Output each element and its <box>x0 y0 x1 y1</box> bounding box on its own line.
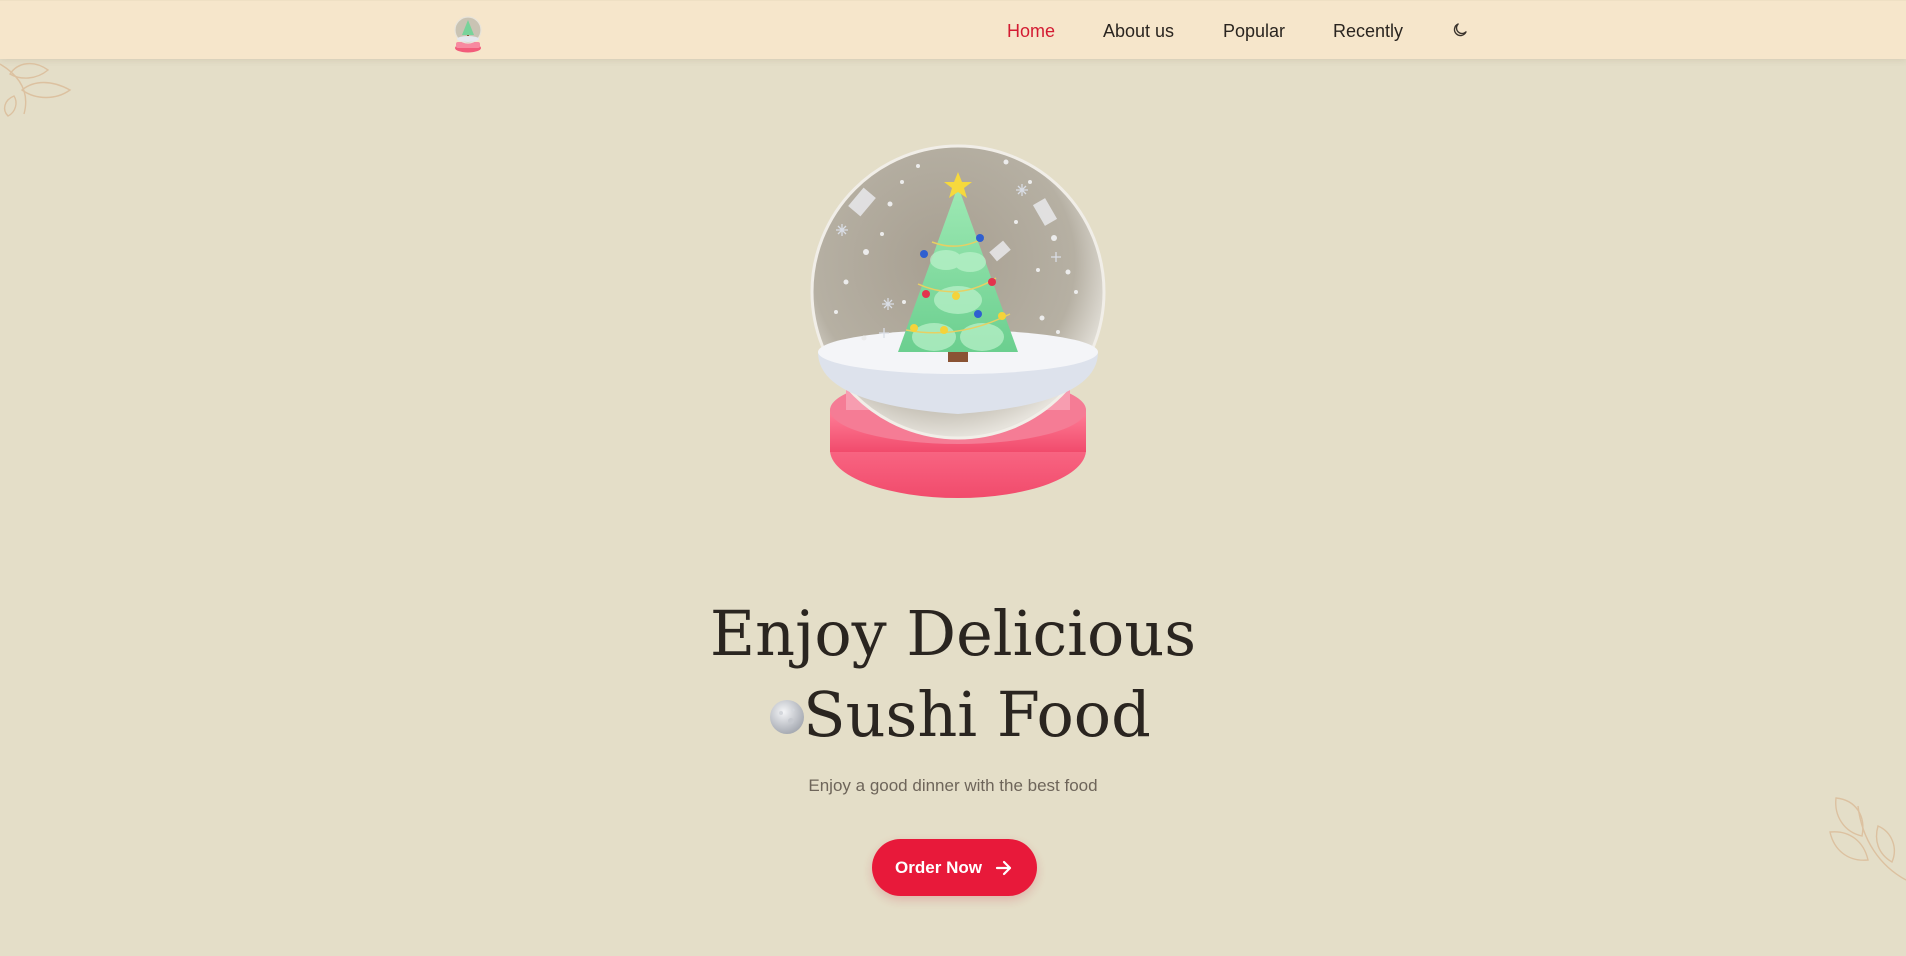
leaf-decoration-icon <box>1829 797 1906 881</box>
arrow-right-icon <box>995 860 1012 875</box>
order-now-button[interactable]: Order Now <box>872 839 1037 896</box>
hero-subtitle: Enjoy a good dinner with the best food <box>808 776 1098 795</box>
nav-popular[interactable]: Popular <box>1223 21 1285 43</box>
christmas-snow-globe-icon <box>810 144 1106 498</box>
nav-home[interactable]: Home <box>1007 21 1055 43</box>
order-now-label: Order Now <box>895 857 982 877</box>
moon-icon[interactable] <box>1451 21 1469 39</box>
nav-about-us[interactable]: About us <box>1103 21 1174 43</box>
nav-recently[interactable]: Recently <box>1333 21 1403 43</box>
top-navigation-bar: Home About us Popular Recently <box>0 0 1906 59</box>
hero-title-line-2: Sushi Food <box>803 678 1151 751</box>
leaf-decoration-icon <box>0 63 72 117</box>
snow-globe-logo-icon[interactable] <box>452 15 484 53</box>
hero-title-line-1: Enjoy Delicious <box>709 597 1197 670</box>
